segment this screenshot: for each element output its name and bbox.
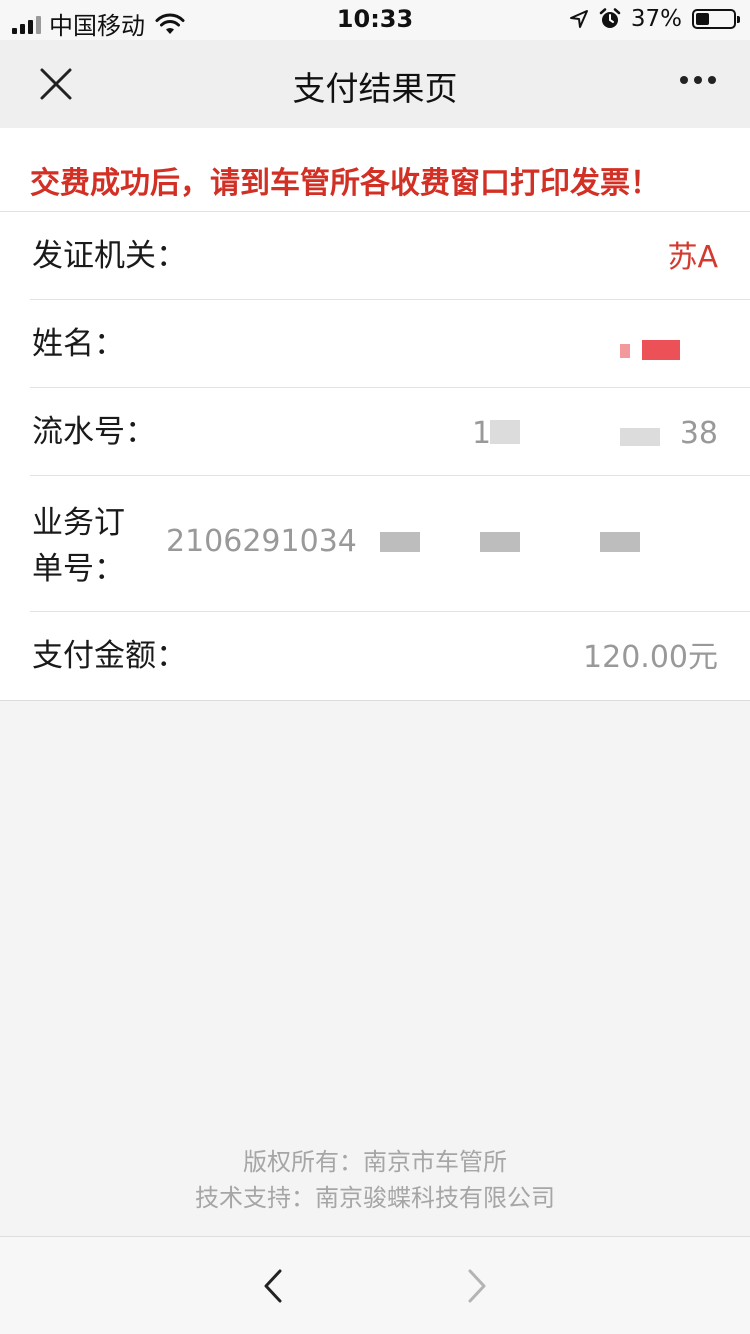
status-right: 37% bbox=[569, 6, 740, 32]
row-payment-amount: 支付金额： 120.00元 bbox=[30, 612, 750, 700]
row-name: 姓名： bbox=[30, 300, 750, 388]
status-bar: 中国移动 10:33 37% bbox=[0, 0, 750, 40]
payment-info-list: 发证机关： 苏A 姓名： 流水号： 1 38 业务订单号： 2106291034… bbox=[0, 212, 750, 701]
alarm-icon bbox=[599, 8, 621, 28]
issuing-authority-value: 苏A bbox=[667, 240, 718, 275]
row-serial: 流水号： 1 38 bbox=[30, 388, 750, 476]
order-label: 业务订单号： bbox=[32, 505, 125, 587]
issuing-authority-label: 发证机关： bbox=[32, 238, 187, 274]
name-mask-small bbox=[620, 344, 630, 358]
amount-label: 支付金额： bbox=[32, 638, 187, 674]
copyright-text: 版权所有：南京市车管所 bbox=[243, 1148, 507, 1176]
serial-value-end: 38 bbox=[679, 416, 718, 451]
name-mask bbox=[642, 340, 680, 360]
serial-label: 流水号： bbox=[32, 414, 156, 450]
chevron-left-icon[interactable] bbox=[258, 1267, 288, 1305]
order-value: 2106291034 bbox=[166, 524, 357, 559]
row-issuing-authority: 发证机关： 苏A bbox=[30, 212, 750, 300]
battery-icon bbox=[692, 9, 740, 29]
page-title: 支付结果页 bbox=[292, 69, 458, 108]
battery-percent: 37% bbox=[630, 6, 682, 32]
serial-mask-1 bbox=[490, 420, 520, 444]
chevron-right-icon[interactable] bbox=[462, 1267, 492, 1305]
row-order-number: 业务订单号： 2106291034 bbox=[30, 476, 750, 612]
serial-mask-2 bbox=[620, 428, 660, 446]
order-mask-1 bbox=[380, 532, 420, 552]
notice-text: 交费成功后，请到车管所各收费窗口打印发票！ bbox=[30, 166, 660, 201]
order-mask-2 bbox=[480, 532, 520, 552]
amount-value: 120.00元 bbox=[583, 640, 718, 675]
support-text: 技术支持：南京骏蝶科技有限公司 bbox=[195, 1184, 555, 1212]
location-arrow-icon bbox=[569, 10, 588, 28]
more-icon[interactable] bbox=[680, 76, 716, 84]
order-mask-3 bbox=[600, 532, 640, 552]
serial-value-start: 1 bbox=[472, 416, 492, 451]
nav-bar: 支付结果页 bbox=[0, 40, 750, 128]
footer: 版权所有：南京市车管所 技术支持：南京骏蝶科技有限公司 bbox=[0, 1144, 750, 1216]
notice-banner: 交费成功后，请到车管所各收费窗口打印发票！ bbox=[0, 128, 750, 212]
name-label: 姓名： bbox=[32, 326, 125, 362]
battery-fill bbox=[696, 13, 709, 25]
bottom-nav-bar bbox=[0, 1236, 750, 1334]
